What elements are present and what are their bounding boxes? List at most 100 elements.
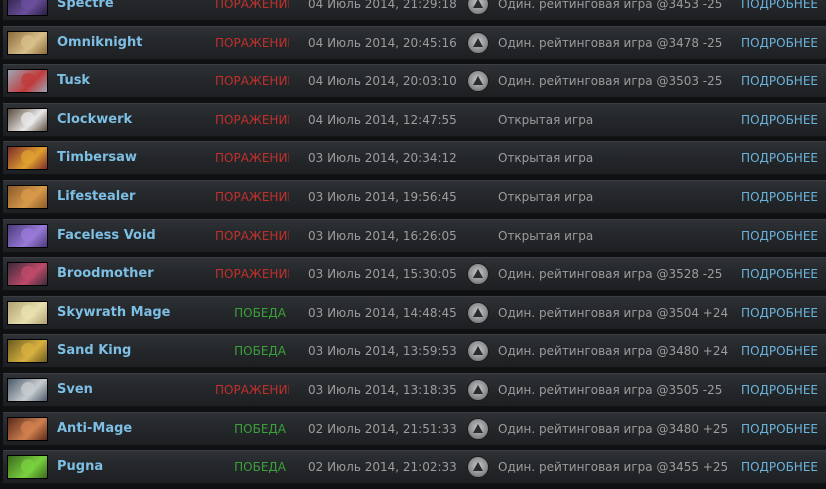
- game-mode: Один. рейтинговая игра @3505 -25: [498, 382, 723, 397]
- game-mode: Один. рейтинговая игра @3480 +25: [498, 421, 729, 436]
- match-result: ПОБЕДА: [234, 421, 286, 436]
- hero-name-link[interactable]: Sven: [57, 382, 93, 397]
- hero-portrait[interactable]: [7, 184, 48, 209]
- hero-name-link[interactable]: Pugna: [57, 459, 103, 474]
- hero-name-link[interactable]: Tusk: [57, 73, 90, 88]
- hero-portrait-glow: [21, 188, 35, 203]
- hero-portrait[interactable]: [7, 223, 48, 248]
- ranked-mode-icon: [467, 0, 489, 15]
- match-result: ПОРАЖЕНИЕ: [215, 112, 289, 127]
- match-row[interactable]: Clockwerk ПОРАЖЕНИЕ 04 Июль 2014, 12:47:…: [3, 102, 826, 137]
- hero-portrait-glow: [21, 381, 35, 396]
- hero-portrait-glow: [21, 343, 35, 358]
- details-link[interactable]: ПОДРОБНЕЕ: [741, 113, 818, 127]
- hero-portrait-glow: [21, 0, 35, 10]
- hero-portrait-glow: [21, 459, 35, 474]
- hero-name-link[interactable]: Spectre: [57, 0, 114, 11]
- match-row[interactable]: Lifestealer ПОРАЖЕНИЕ 03 Июль 2014, 19:5…: [3, 179, 826, 214]
- match-row[interactable]: Anti-Mage ПОБЕДА 02 Июль 2014, 21:51:33 …: [3, 411, 826, 446]
- details-link[interactable]: ПОДРОБНЕЕ: [741, 422, 818, 436]
- match-row[interactable]: Spectre ПОРАЖЕНИЕ 04 Июль 2014, 21:29:18…: [3, 0, 826, 21]
- ranked-mode-icon: [467, 263, 489, 286]
- game-mode: Открытая игра: [498, 189, 594, 204]
- hero-portrait-glow: [21, 304, 35, 319]
- hero-portrait[interactable]: [7, 0, 48, 16]
- hero-portrait[interactable]: [7, 262, 48, 287]
- hero-portrait[interactable]: [7, 146, 48, 171]
- match-result: ПОРАЖЕНИЕ: [215, 35, 289, 50]
- hero-portrait[interactable]: [7, 69, 48, 94]
- match-date: 04 Июль 2014, 20:03:10: [308, 74, 457, 89]
- ranked-mode-icon: [467, 378, 489, 401]
- match-row[interactable]: Sven ПОРАЖЕНИЕ 03 Июль 2014, 13:18:35 Од…: [3, 372, 826, 407]
- details-link[interactable]: ПОДРОБНЕЕ: [741, 267, 818, 281]
- match-result: ПОБЕДА: [234, 344, 286, 359]
- details-link[interactable]: ПОДРОБНЕЕ: [741, 460, 818, 474]
- match-date: 03 Июль 2014, 16:26:05: [308, 228, 457, 243]
- game-mode: Открытая игра: [498, 228, 594, 243]
- hero-name-link[interactable]: Anti-Mage: [57, 421, 132, 436]
- hero-portrait-glow: [21, 111, 35, 126]
- match-date: 02 Июль 2014, 21:02:33: [308, 460, 457, 475]
- match-result: ПОРАЖЕНИЕ: [215, 0, 289, 11]
- match-result: ПОРАЖЕНИЕ: [215, 228, 289, 243]
- game-mode: Один. рейтинговая игра @3455 +25: [498, 460, 729, 475]
- hero-portrait-glow: [21, 227, 35, 242]
- match-row[interactable]: Omniknight ПОРАЖЕНИЕ 04 Июль 2014, 20:45…: [3, 25, 826, 60]
- match-date: 03 Июль 2014, 14:48:45: [308, 305, 457, 320]
- details-link[interactable]: ПОДРОБНЕЕ: [741, 74, 818, 88]
- match-date: 03 Июль 2014, 13:59:53: [308, 344, 457, 359]
- hero-name-link[interactable]: Timbersaw: [57, 150, 137, 165]
- match-date: 03 Июль 2014, 13:18:35: [308, 382, 457, 397]
- details-link[interactable]: ПОДРОБНЕЕ: [741, 306, 818, 320]
- match-result: ПОРАЖЕНИЕ: [215, 74, 289, 89]
- match-row[interactable]: Sand King ПОБЕДА 03 Июль 2014, 13:59:53 …: [3, 334, 826, 369]
- hero-portrait-glow: [21, 73, 35, 88]
- hero-name-link[interactable]: Clockwerk: [57, 112, 132, 127]
- hero-name-link[interactable]: Omniknight: [57, 35, 142, 50]
- details-link[interactable]: ПОДРОБНЕЕ: [741, 151, 818, 165]
- details-link[interactable]: ПОДРОБНЕЕ: [741, 0, 818, 11]
- match-row[interactable]: Faceless Void ПОРАЖЕНИЕ 03 Июль 2014, 16…: [3, 218, 826, 253]
- details-link[interactable]: ПОДРОБНЕЕ: [741, 383, 818, 397]
- game-mode: Один. рейтинговая игра @3478 -25: [498, 35, 723, 50]
- match-result: ПОБЕДА: [234, 305, 286, 320]
- hero-portrait-glow: [21, 150, 35, 165]
- hero-portrait[interactable]: [7, 300, 48, 325]
- hero-name-link[interactable]: Sand King: [57, 343, 131, 358]
- match-row[interactable]: Pugna ПОБЕДА 02 Июль 2014, 21:02:33 Один…: [3, 450, 826, 485]
- hero-name-link[interactable]: Faceless Void: [57, 228, 156, 243]
- hero-name-link[interactable]: Broodmother: [57, 266, 154, 281]
- hero-name-link[interactable]: Lifestealer: [57, 189, 135, 204]
- match-row[interactable]: Tusk ПОРАЖЕНИЕ 04 Июль 2014, 20:03:10 Од…: [3, 64, 826, 99]
- details-link[interactable]: ПОДРОБНЕЕ: [741, 36, 818, 50]
- ranked-mode-icon: [467, 301, 489, 324]
- game-mode: Один. рейтинговая игра @3503 -25: [498, 74, 723, 89]
- ranked-mode-icon: [467, 31, 489, 54]
- hero-portrait[interactable]: [7, 107, 48, 132]
- ranked-mode-icon: [467, 456, 489, 479]
- match-result: ПОРАЖЕНИЕ: [215, 382, 289, 397]
- match-row[interactable]: Timbersaw ПОРАЖЕНИЕ 03 Июль 2014, 20:34:…: [3, 141, 826, 176]
- details-link[interactable]: ПОДРОБНЕЕ: [741, 190, 818, 204]
- game-mode: Один. рейтинговая игра @3528 -25: [498, 267, 723, 282]
- hero-portrait[interactable]: [7, 30, 48, 55]
- details-link[interactable]: ПОДРОБНЕЕ: [741, 229, 818, 243]
- hero-portrait[interactable]: [7, 377, 48, 402]
- game-mode: Открытая игра: [498, 151, 594, 166]
- details-link[interactable]: ПОДРОБНЕЕ: [741, 344, 818, 358]
- ranked-mode-icon: [467, 340, 489, 363]
- hero-portrait[interactable]: [7, 339, 48, 364]
- match-result: ПОРАЖЕНИЕ: [215, 189, 289, 204]
- match-row[interactable]: Skywrath Mage ПОБЕДА 03 Июль 2014, 14:48…: [3, 295, 826, 330]
- hero-portrait[interactable]: [7, 455, 48, 480]
- hero-portrait-glow: [21, 420, 35, 435]
- match-date: 03 Июль 2014, 19:56:45: [308, 189, 457, 204]
- hero-portrait[interactable]: [7, 416, 48, 441]
- hero-name-link[interactable]: Skywrath Mage: [57, 305, 171, 320]
- game-mode: Один. рейтинговая игра @3453 -25: [498, 0, 723, 11]
- match-date: 03 Июль 2014, 15:30:05: [308, 267, 457, 282]
- match-result: ПОРАЖЕНИЕ: [215, 151, 289, 166]
- match-date: 04 Июль 2014, 20:45:16: [308, 35, 457, 50]
- match-row[interactable]: Broodmother ПОРАЖЕНИЕ 03 Июль 2014, 15:3…: [3, 257, 826, 292]
